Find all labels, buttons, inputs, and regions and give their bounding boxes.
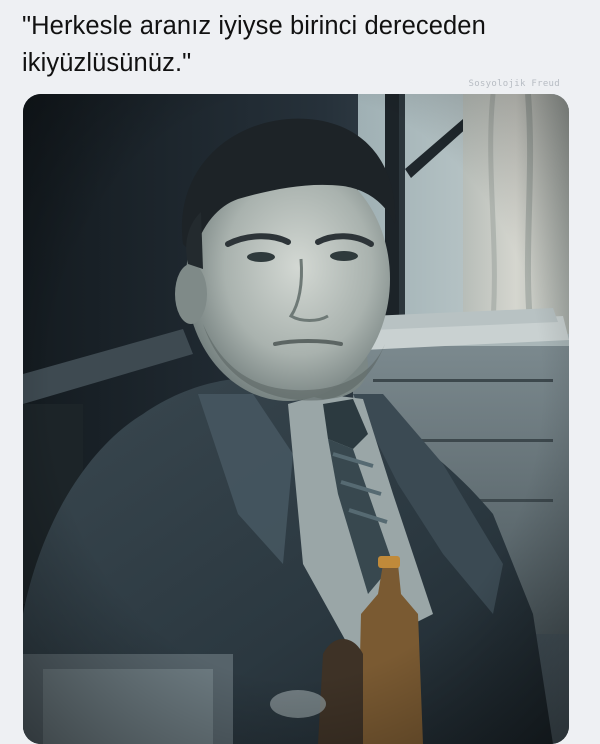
- social-post: "Herkesle aranız iyiyse birinci derecede…: [0, 0, 600, 744]
- watermark: Sosyolojik Freud: [468, 79, 560, 89]
- post-caption: "Herkesle aranız iyiyse birinci derecede…: [22, 12, 486, 77]
- photo-illustration: [23, 94, 569, 744]
- post-photo[interactable]: [23, 94, 569, 744]
